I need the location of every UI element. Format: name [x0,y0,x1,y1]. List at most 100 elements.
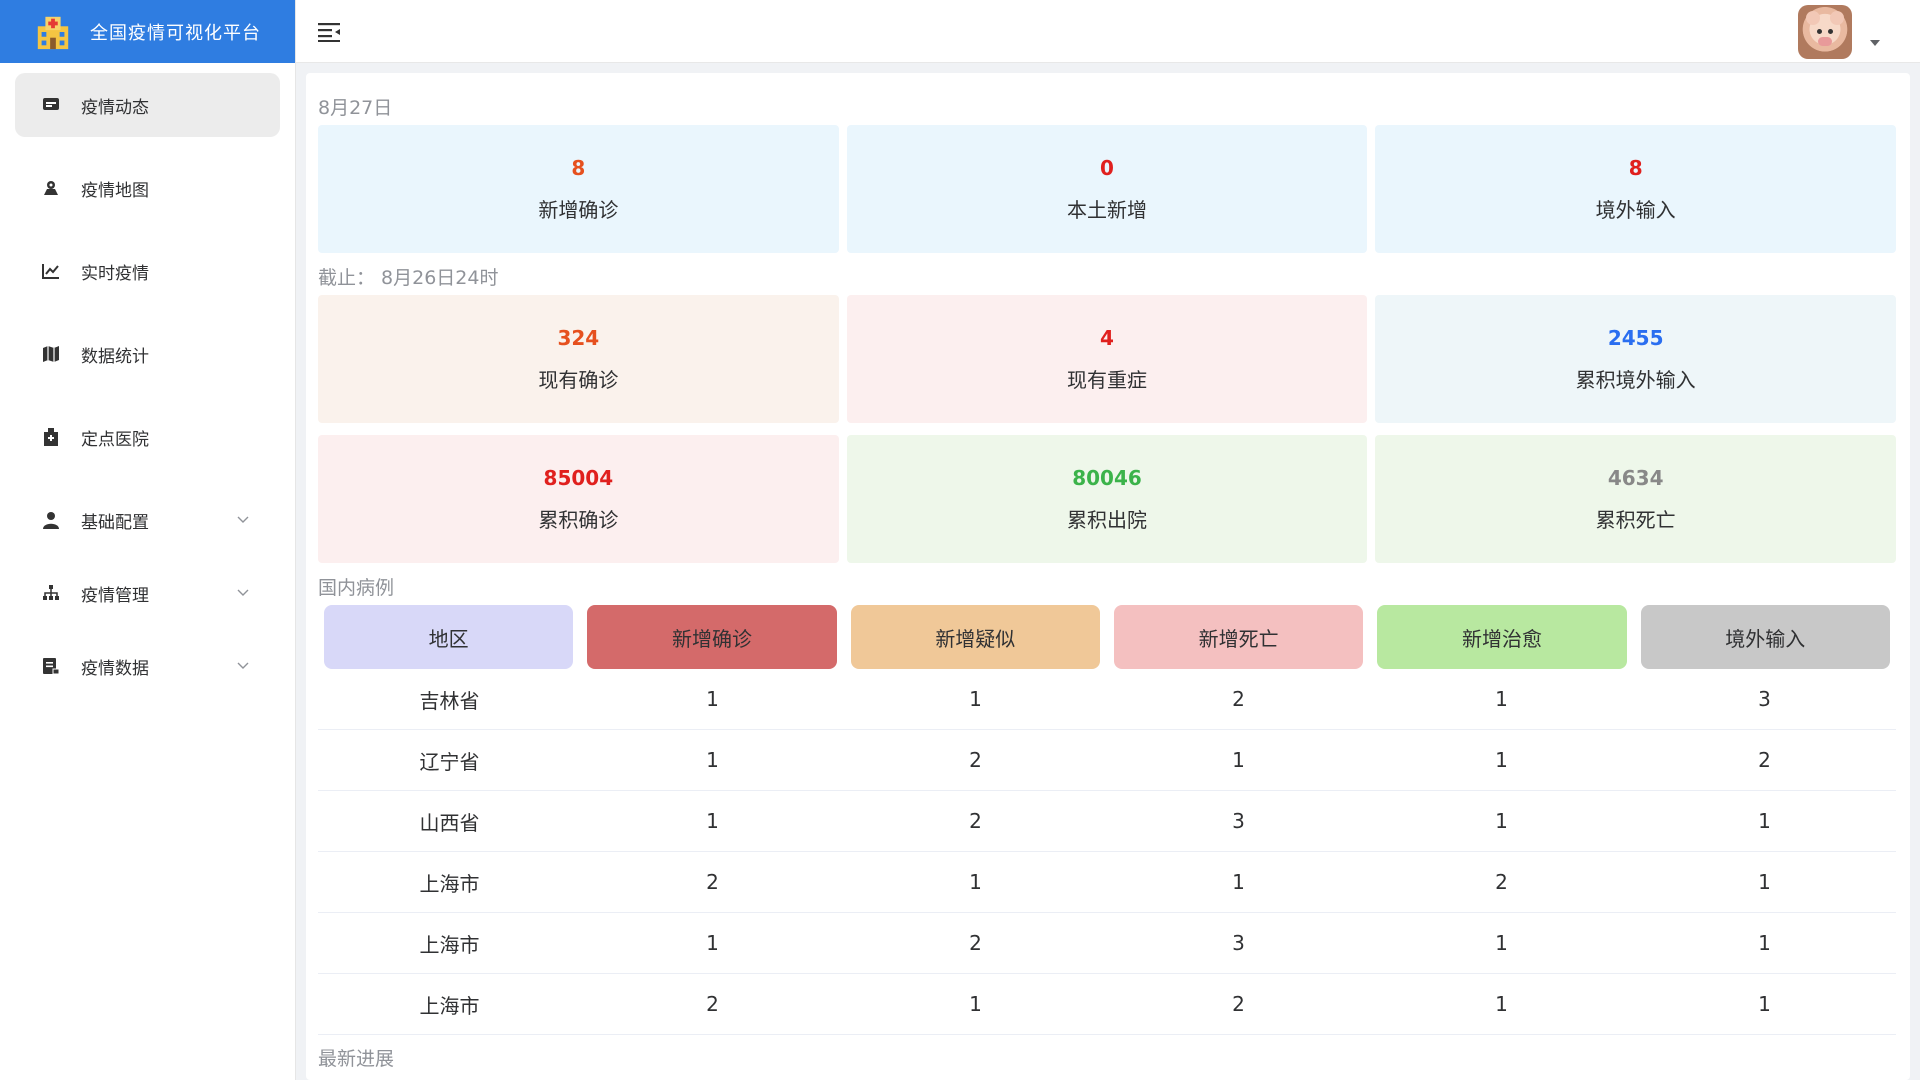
app-title: 全国疫情可视化平台 [90,22,261,44]
column-header-new-cured[interactable]: 新增治愈 [1377,605,1627,669]
sidebar-item-basic-config[interactable]: 基础配置 [15,488,280,552]
table-row: 吉林省 1 1 2 1 3 [318,669,1896,730]
stat-card-total-discharged: 80046 累积出院 [846,435,1368,563]
sidebar-item-epidemic-map[interactable]: 疫情地图 [15,156,280,220]
table-row: 上海市 1 2 3 1 1 [318,913,1896,974]
stat-card-imported: 8 境外输入 [1375,125,1897,253]
cell-value: 2 [1232,687,1245,711]
cell-value: 1 [1758,931,1771,955]
stat-label: 累积死亡 [1595,507,1676,532]
column-header-new-suspected[interactable]: 新增疑似 [850,605,1100,669]
hospital-logo-icon [37,16,69,49]
column-header-new-deaths[interactable]: 新增死亡 [1113,605,1364,669]
sidebar-menu: 疫情动态 疫情地图 实时疫情 数据统计 定点医院 基础配置 疫情管理 疫情数据 [0,63,295,698]
stat-label: 新增确诊 [538,197,619,222]
stat-label: 现有确诊 [538,367,619,392]
stat-value: 80046 [1072,465,1142,490]
cell-region: 上海市 [419,932,480,957]
cell-value: 2 [969,931,982,955]
column-header-imported[interactable]: 境外输入 [1640,605,1890,669]
stat-label: 累积境外输入 [1575,367,1696,392]
sidebar-item-label: 疫情动态 [81,97,149,118]
stat-label: 境外输入 [1595,197,1676,222]
sidebar: 全国疫情可视化平台 疫情动态 疫情地图 实时疫情 数据统计 定点医院 基础配置 … [0,0,296,1080]
table-row: 上海市 2 1 2 1 1 [318,974,1896,1035]
cell-value: 1 [1758,870,1771,894]
stat-value: 8 [571,155,586,180]
document-icon [41,656,61,676]
menu-fold-icon[interactable] [318,22,342,42]
stat-label: 累积确诊 [538,507,619,532]
cell-value: 1 [1495,748,1508,772]
chevron-down-icon [237,589,249,596]
cell-value: 2 [1232,992,1245,1016]
avatar[interactable] [1798,5,1852,59]
total-stats-row-2: 85004 累积确诊 80046 累积出院 4634 累积死亡 [318,435,1897,563]
date-label: 8月27日 [318,97,393,119]
map-icon [41,344,61,364]
chevron-down-icon [237,516,249,523]
cell-value: 1 [706,809,719,833]
stat-value: 4634 [1607,465,1664,490]
cell-value: 1 [969,687,982,711]
cell-value: 1 [1232,748,1245,772]
user-icon [41,510,61,530]
cutoff-label: 截止： 8月26日24时 [318,267,499,289]
stat-value: 4 [1100,325,1114,350]
cell-value: 1 [706,687,719,711]
stat-card-total-deaths: 4634 累积死亡 [1375,435,1897,563]
domestic-cases-title: 国内病例 [318,577,395,599]
brand[interactable]: 全国疫情可视化平台 [0,0,295,63]
cell-value: 1 [969,992,982,1016]
stat-card-local-new: 0 本土新增 [846,125,1368,253]
cell-region: 吉林省 [419,688,480,713]
cell-value: 2 [969,748,982,772]
stat-value: 2455 [1607,325,1664,350]
cell-value: 1 [1758,809,1771,833]
cell-region: 上海市 [419,871,480,896]
stat-value: 0 [1100,155,1114,180]
hospital-icon [41,427,61,447]
table-row: 山西省 1 2 3 1 1 [318,791,1896,852]
line-chart-icon [41,261,61,281]
column-header-region[interactable]: 地区 [324,605,574,669]
sidebar-item-hospitals[interactable]: 定点医院 [15,405,280,469]
domestic-cases-table: 地区 新增确诊 新增疑似 新增死亡 新增治愈 境外输入 吉林省 1 1 2 1 … [318,605,1896,1035]
main-panel: 8月27日 8 新增确诊 0 本土新增 8 境外输入 截止： 8月26日24时 … [306,73,1910,1080]
stat-label: 本土新增 [1067,197,1147,222]
monitor-icon [41,95,61,115]
cell-value: 1 [1495,931,1508,955]
daily-stats: 8 新增确诊 0 本土新增 8 境外输入 [318,125,1897,253]
map-pin-icon [41,178,61,198]
sidebar-item-epidemic-management[interactable]: 疫情管理 [15,561,280,625]
cell-region: 上海市 [419,993,480,1018]
cell-value: 2 [969,809,982,833]
sidebar-item-realtime[interactable]: 实时疫情 [15,239,280,303]
sidebar-item-label: 基础配置 [81,512,149,533]
cell-value: 3 [1758,687,1771,711]
sidebar-item-epidemic-dynamics[interactable]: 疫情动态 [15,73,280,137]
sidebar-item-label: 数据统计 [81,346,149,367]
total-stats-row-1: 324 现有确诊 4 现有重症 2455 累积境外输入 [318,295,1897,423]
cell-value: 1 [1495,809,1508,833]
stat-card-current-severe: 4 现有重症 [846,295,1368,423]
caret-down-icon[interactable] [1870,40,1880,46]
column-header-new-confirmed[interactable]: 新增确诊 [587,605,837,669]
top-header [296,0,1920,63]
cell-value: 2 [1758,748,1771,772]
sidebar-item-label: 疫情数据 [81,658,149,679]
sidebar-item-epidemic-data[interactable]: 疫情数据 [15,634,280,698]
cell-value: 1 [1495,992,1508,1016]
table-header: 地区 新增确诊 新增疑似 新增死亡 新增治愈 境外输入 [318,605,1896,669]
stat-label: 累积出院 [1067,507,1147,532]
sidebar-item-label: 疫情地图 [81,180,149,201]
cell-value: 3 [1232,809,1245,833]
cell-value: 2 [1495,870,1508,894]
org-chart-icon [41,583,61,603]
table-row: 辽宁省 1 2 1 1 2 [318,730,1896,791]
sidebar-item-label: 实时疫情 [81,263,149,284]
chevron-down-icon [237,662,249,669]
cell-value: 1 [1232,870,1245,894]
sidebar-item-statistics[interactable]: 数据统计 [15,322,280,386]
cell-region: 辽宁省 [419,749,480,774]
